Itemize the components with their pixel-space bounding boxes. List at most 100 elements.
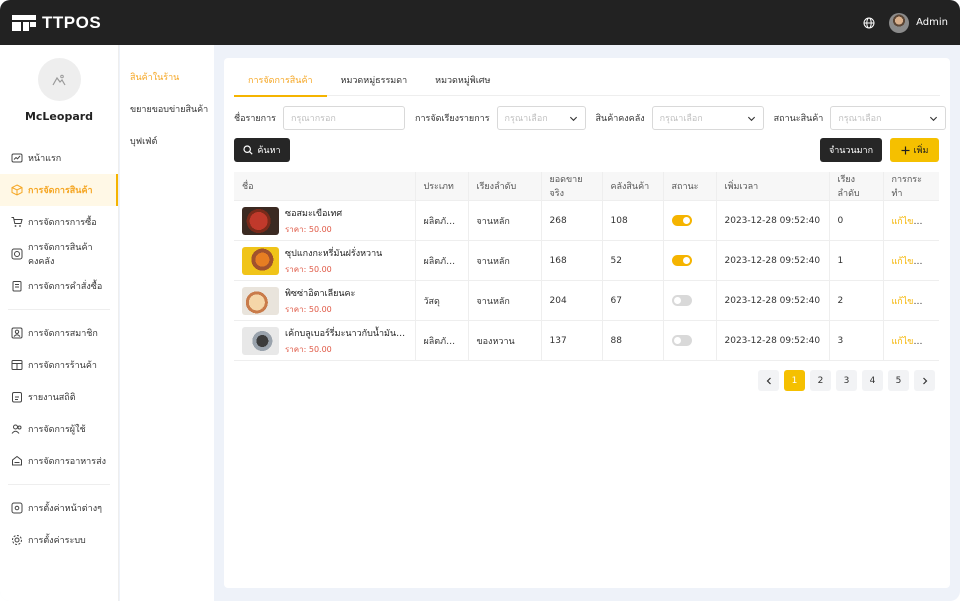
search-icon (243, 145, 254, 155)
page-button-4[interactable]: 4 (862, 370, 883, 391)
sidebar-item-group1-3[interactable]: การจัดการสินค้าคงคลัง (0, 238, 118, 270)
delete-link[interactable]: ลบ (923, 217, 934, 227)
sort-filter-label: การจัดเรียงรายการ (415, 114, 490, 124)
tab-2[interactable]: หมวดหมู่พิเศษ (421, 72, 504, 96)
tab-0[interactable]: การจัดการสินค้า (234, 72, 327, 97)
actions-cell: แก้ไข ลบ (883, 240, 939, 281)
search-button[interactable]: ค้นหา (234, 138, 290, 162)
delete-link[interactable]: ลบ (923, 337, 934, 347)
sidebar: McLeopard หน้าแรก การจัดการสินค้า การจัดกา… (0, 45, 119, 601)
sidebar-item-label: หน้าแรก (28, 154, 62, 164)
edit-link[interactable]: แก้ไข (892, 257, 914, 267)
plus-icon (901, 146, 910, 154)
stock-filter-select[interactable]: กรุณาเลือก (651, 106, 764, 130)
image-placeholder-icon (52, 74, 66, 85)
delete-link[interactable]: ลบ (923, 297, 934, 307)
added-time: 2023-12-28 09:52:40 (716, 240, 830, 281)
actual-sales: 204 (541, 280, 603, 321)
prev-page-button[interactable] (758, 370, 779, 391)
page-button-1[interactable]: 1 (784, 370, 805, 391)
sidebar-item-group2-2[interactable]: รายงานสถิติ (0, 381, 118, 413)
product-category: จานหลัก (468, 240, 542, 281)
sidebar-item-group1-0[interactable]: หน้าแรก (0, 142, 118, 174)
tab-1[interactable]: หมวดหมู่ธรรมดา (327, 72, 422, 96)
store-icon (11, 360, 23, 370)
stock-count: 52 (602, 240, 664, 281)
column-header-7: เรียงลำดับ (829, 172, 884, 201)
sidebar-item-group3-0[interactable]: การตั้งค่าหน้าต่างๆ (0, 492, 118, 524)
bulk-stock-button[interactable]: จำนวนมาก (820, 138, 882, 162)
chevron-right-icon (922, 377, 927, 384)
sort-order: 3 (829, 320, 884, 361)
sidebar-item-group1-2[interactable]: การจัดการการซื้อ (0, 206, 118, 238)
sidebar-divider (8, 484, 110, 485)
status-cell (663, 280, 717, 321)
page-button-2[interactable]: 2 (810, 370, 831, 391)
name-filter-input[interactable]: กรุณากรอก (283, 106, 406, 130)
logo: TTPOS (12, 13, 101, 33)
product-cell: ซอสมะเขือเทศ ราคา: 50.00 (234, 200, 416, 241)
page-button-5[interactable]: 5 (888, 370, 909, 391)
actions-cell: แก้ไข ลบ (883, 280, 939, 321)
sidebar-item-group2-0[interactable]: การจัดการสมาชิก (0, 317, 118, 349)
status-filter-select[interactable]: กรุณาเลือก (830, 106, 947, 130)
sort-filter-select[interactable]: กรุณาเลือก (496, 106, 586, 130)
status-cell (663, 320, 717, 361)
next-page-button[interactable] (914, 370, 935, 391)
table-header-row: ชื่อ ประเภท เรียงลำดับ ยอดขายจริง คลังสินค้า… (234, 172, 939, 201)
stock-count: 88 (602, 320, 664, 361)
user-menu[interactable]: Admin (889, 12, 948, 33)
subnav-item-1[interactable]: ขยายขอบข่ายสินค้า (120, 93, 214, 125)
edit-link[interactable]: แก้ไข (892, 217, 914, 227)
status-toggle[interactable] (671, 255, 692, 266)
sidebar-item-label: การจัดการการซื้อ (28, 218, 97, 228)
table-row: พิซซ่าอิตาเลียนคะ ราคา: 50.00 วัสดุ จานหลัก… (234, 280, 939, 321)
added-time: 2023-12-28 09:52:40 (716, 280, 830, 321)
user-name: Admin (916, 17, 948, 28)
added-time: 2023-12-28 09:52:40 (716, 320, 830, 361)
sidebar-item-group1-1[interactable]: การจัดการสินค้า (0, 174, 118, 206)
table-row: ซุปแกงกะหรี่มันฝรั่งหวาน ราคา: 50.00 ผลิตภ… (234, 240, 939, 281)
subnav-item-0[interactable]: สินค้าในร้าน (120, 61, 214, 93)
add-button-label: เพิ่ม (913, 146, 929, 156)
delivery-icon (12, 455, 22, 466)
product-type: ผลิตภัณฑ์ (415, 320, 469, 361)
product-name: พิซซ่าอิตาเลียนคะ (285, 288, 356, 299)
filter-bar: ชื่อรายการ กรุณากรอก การจัดเรียงรายการ ก… (234, 106, 947, 130)
sidebar-item-group2-1[interactable]: การจัดการร้านค้า (0, 349, 118, 381)
actions-cell: แก้ไข ลบ (883, 320, 939, 361)
edit-link[interactable]: แก้ไข (892, 297, 914, 307)
product-thumbnail (242, 246, 279, 275)
edit-link[interactable]: แก้ไข (892, 337, 914, 347)
add-product-button[interactable]: เพิ่ม (890, 138, 939, 162)
search-button-label: ค้นหา (257, 146, 281, 156)
status-toggle[interactable] (671, 215, 692, 226)
pagination: 12345 (758, 370, 935, 391)
status-filter-label: สถานะสินค้า (773, 114, 824, 124)
name-filter-placeholder: กรุณากรอก (291, 114, 336, 124)
chevron-down-icon (747, 116, 755, 121)
product-cell: ซุปแกงกะหรี่มันฝรั่งหวาน ราคา: 50.00 (234, 240, 416, 281)
stock-count: 108 (602, 200, 664, 241)
sidebar-item-group3-1[interactable]: การตั้งค่าระบบ (0, 524, 118, 556)
sidebar-item-group1-4[interactable]: การจัดการคำสั่งซื้อ (0, 270, 118, 302)
sidebar-item-label: การจัดการร้านค้า (28, 361, 97, 371)
globe-icon[interactable] (863, 17, 875, 29)
cart-icon (11, 217, 23, 227)
sidebar-item-group2-4[interactable]: การจัดการอาหารส่ง (0, 445, 118, 477)
sidebar-item-label: การจัดการผู้ใช้ (28, 425, 86, 435)
delete-link[interactable]: ลบ (923, 257, 934, 267)
table-row: ซอสมะเขือเทศ ราคา: 50.00 ผลิตภัณฑ์ จานหลัก 2… (234, 200, 939, 241)
status-toggle[interactable] (671, 335, 692, 346)
chevron-left-icon (766, 377, 771, 384)
status-toggle[interactable] (671, 295, 692, 306)
product-type: วัสดุ (415, 280, 469, 321)
column-header-4: คลังสินค้า (602, 172, 664, 201)
product-price: ราคา: 50.00 (285, 224, 332, 234)
sidebar-item-group2-3[interactable]: การจัดการผู้ใช้ (0, 413, 118, 445)
sidebar-nav: หน้าแรกการจัดการสินค้าการจัดการการซื้อกา… (0, 142, 118, 556)
avatar (889, 12, 910, 33)
subnav-item-2[interactable]: บุฟเฟ่ต์ (120, 125, 214, 157)
stock-count: 67 (602, 280, 664, 321)
page-button-3[interactable]: 3 (836, 370, 857, 391)
